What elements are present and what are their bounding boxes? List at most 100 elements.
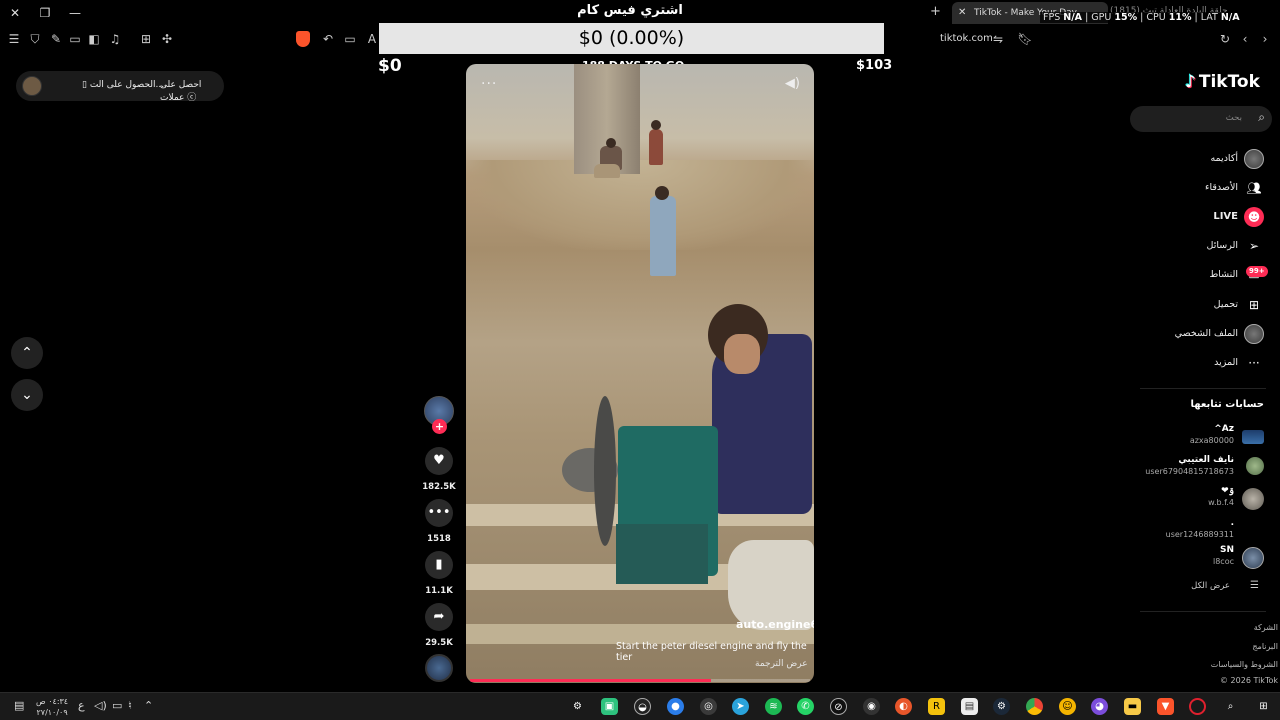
divider bbox=[1140, 388, 1266, 389]
app-icon[interactable]: ● bbox=[667, 698, 684, 715]
clock[interactable]: ٠٤:٣٤ ص ٢٧/١٠/٠٩ bbox=[36, 696, 68, 718]
video-author[interactable]: auto.engine6 bbox=[736, 618, 814, 631]
get-coins-link[interactable]: ▯ الحصول على الت... bbox=[82, 80, 164, 90]
performance-overlay: FPS N/A | GPU 15% | CPU 11% | LAT N/A bbox=[1040, 12, 1243, 23]
app-icon[interactable]: ◐ bbox=[895, 698, 912, 715]
rockstar-icon[interactable]: R bbox=[928, 698, 945, 715]
app-icon[interactable]: ▣ bbox=[601, 698, 618, 715]
menu-icon[interactable]: ☰ bbox=[6, 31, 22, 47]
list-icon[interactable]: ☰ bbox=[1250, 580, 1259, 591]
see-all-link[interactable]: عرض الكل bbox=[1191, 581, 1230, 591]
window-icon[interactable]: ▭ bbox=[67, 31, 83, 47]
bookmark-icon[interactable]: ▮ bbox=[425, 551, 453, 579]
taskbar: ▤ ٠٤:٣٤ ص ٢٧/١٠/٠٩ ع ◁) ▭ ♮ ⌃ ⚙ ▣ ◒ ● ◎ … bbox=[0, 692, 1280, 720]
avatar bbox=[1242, 547, 1264, 569]
file-icon[interactable]: ▤ bbox=[961, 698, 978, 715]
goal-overlay-target: $103 bbox=[856, 58, 893, 73]
back-icon[interactable]: ‹ bbox=[1237, 31, 1253, 47]
sidebar-item-foryou[interactable]: أكاديمه bbox=[1160, 148, 1270, 172]
language-indicator[interactable]: ع bbox=[78, 699, 85, 712]
coins-pill[interactable]: ▯ الحصول على الت... احصل على عملات ⓒ bbox=[16, 71, 224, 103]
settings-icon[interactable]: ⚙ bbox=[569, 698, 586, 715]
brave-icon[interactable]: ▼ bbox=[1157, 698, 1174, 715]
tiktok-logo[interactable]: ♪ TikTok bbox=[1185, 72, 1260, 92]
steelseries-icon[interactable]: ◎ bbox=[700, 698, 717, 715]
footer-company[interactable]: الشركة bbox=[1254, 623, 1278, 632]
live-icon: ☻ bbox=[1244, 207, 1264, 227]
share-icon[interactable]: ➦ bbox=[425, 603, 453, 631]
video-progress-bar[interactable] bbox=[470, 679, 810, 682]
previous-video-button[interactable]: ⌃ bbox=[11, 337, 43, 369]
app-icon[interactable]: ◒ bbox=[634, 698, 651, 715]
steam-icon[interactable]: ⚙ bbox=[993, 698, 1010, 715]
network-icon[interactable]: ▭ bbox=[112, 699, 122, 712]
reload-icon[interactable]: ↻ bbox=[1217, 31, 1233, 47]
pen-icon[interactable]: ✎ bbox=[48, 31, 64, 47]
window-title: اشتري فيس كام bbox=[577, 3, 683, 18]
notification-icon[interactable]: ▤ bbox=[14, 699, 24, 712]
like-icon[interactable]: ♥ bbox=[425, 447, 453, 475]
tray-chevron-icon[interactable]: ⌃ bbox=[144, 699, 153, 712]
url-domain[interactable]: tiktok.com bbox=[940, 33, 993, 44]
restore-window-icon[interactable]: ❐ bbox=[36, 4, 54, 22]
sidebar-item-live[interactable]: LIVE ☻ bbox=[1160, 206, 1270, 230]
sidebar-item-profile[interactable]: الملف الشخصي bbox=[1160, 323, 1270, 347]
new-tab-icon[interactable]: + bbox=[930, 4, 941, 19]
following-account[interactable]: ^Az azxa80000 bbox=[1120, 424, 1270, 454]
bookmark-icon[interactable]: 🔖︎ bbox=[1017, 31, 1033, 47]
music-icon[interactable]: ♫ bbox=[107, 31, 123, 47]
folder-icon[interactable]: ▬ bbox=[1124, 698, 1141, 715]
undo-icon[interactable]: ↶ bbox=[320, 31, 336, 47]
tab-close-icon[interactable]: ✕ bbox=[958, 2, 966, 24]
app-icon[interactable]: ◕ bbox=[1091, 698, 1108, 715]
start-icon[interactable]: ⊞ bbox=[1255, 698, 1272, 715]
following-account[interactable]: SN l8coc bbox=[1120, 545, 1270, 575]
chrome-icon[interactable] bbox=[1026, 698, 1043, 715]
translate-icon[interactable]: A bbox=[364, 31, 380, 47]
earn-coins-link[interactable]: احصل على عملات ⓒ bbox=[160, 80, 224, 103]
site-settings-icon[interactable]: ⇋ bbox=[990, 31, 1006, 47]
footer-terms[interactable]: الشروط والسياسات bbox=[1211, 660, 1278, 669]
sidebar-icon[interactable]: ◧ bbox=[86, 31, 102, 47]
brave-shield-icon[interactable] bbox=[296, 31, 310, 47]
tiktok-note-icon: ♪ bbox=[1185, 72, 1196, 92]
see-translation-link[interactable]: عرض الترجمة bbox=[755, 659, 808, 669]
screenshot-icon[interactable]: ⊞ bbox=[138, 31, 154, 47]
video-player[interactable]: ··· ◀︎) auto.engine6 Start the peter die… bbox=[466, 64, 814, 683]
more-options-icon[interactable]: ··· bbox=[481, 76, 497, 92]
footer-copyright: © 2026 TikTok bbox=[1220, 676, 1278, 685]
close-window-icon[interactable]: ✕ bbox=[6, 4, 24, 22]
minimize-window-icon[interactable]: — bbox=[66, 4, 84, 22]
microphone-icon[interactable]: ♮ bbox=[128, 699, 132, 712]
whatsapp-icon[interactable]: ✆ bbox=[797, 698, 814, 715]
activity-badge: 99+ bbox=[1246, 266, 1268, 277]
follow-plus-icon[interactable]: + bbox=[432, 419, 447, 434]
footer-program[interactable]: البرنامج bbox=[1252, 642, 1278, 651]
music-disc-icon[interactable] bbox=[425, 654, 453, 682]
forward-icon[interactable]: › bbox=[1257, 31, 1273, 47]
search-input[interactable]: بحث ⌕ bbox=[1130, 106, 1272, 132]
following-account[interactable]: . user1246889311 bbox=[1120, 518, 1270, 548]
reader-icon[interactable]: ▭ bbox=[342, 31, 358, 47]
extensions-icon[interactable]: ✣ bbox=[159, 31, 175, 47]
volume-icon[interactable]: ◀︎) bbox=[785, 76, 800, 91]
shield-icon[interactable]: ⛉ bbox=[27, 31, 43, 47]
next-video-button[interactable]: ⌄ bbox=[11, 379, 43, 411]
telegram-icon[interactable]: ➤ bbox=[732, 698, 749, 715]
opera-icon[interactable] bbox=[1189, 698, 1206, 715]
sidebar-item-messages[interactable]: الرسائل ➢ bbox=[1160, 235, 1270, 259]
comment-icon[interactable]: ••• bbox=[425, 499, 453, 527]
app-icon[interactable]: ⊘ bbox=[830, 698, 847, 715]
volume-icon[interactable]: ◁) bbox=[94, 699, 107, 712]
following-account[interactable]: ❤ۊ w.b.f.4 bbox=[1120, 486, 1270, 516]
sidebar-item-more[interactable]: المزيد ··· bbox=[1160, 352, 1270, 376]
following-account[interactable]: نايف العتيبي user67904815718673 bbox=[1120, 455, 1270, 485]
spotify-icon[interactable]: ≋ bbox=[765, 698, 782, 715]
search-icon[interactable]: ⌕ bbox=[1258, 110, 1265, 125]
search-icon[interactable]: ⌕ bbox=[1222, 698, 1239, 715]
app-icon[interactable]: ◉ bbox=[863, 698, 880, 715]
sidebar-item-friends[interactable]: الأصدقاء 👥︎ bbox=[1160, 177, 1270, 201]
avatar[interactable] bbox=[22, 76, 42, 96]
sidebar-item-upload[interactable]: تحميل ⊞ bbox=[1160, 294, 1270, 318]
app-icon[interactable]: ☺ bbox=[1059, 698, 1076, 715]
